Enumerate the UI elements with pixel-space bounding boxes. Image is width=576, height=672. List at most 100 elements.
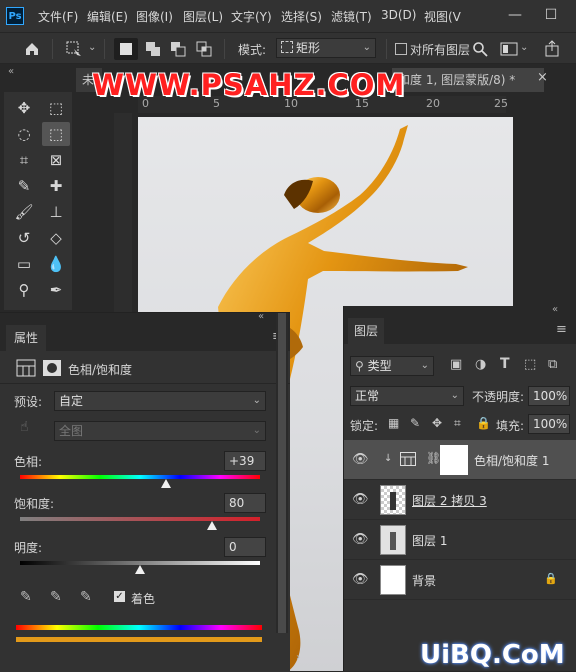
- mode-select[interactable]: 矩形 ⌄: [276, 38, 376, 58]
- search-icon[interactable]: [472, 41, 488, 57]
- lock-transparency-icon[interactable]: ▦: [388, 416, 399, 430]
- lock-position-icon[interactable]: ✥: [432, 416, 442, 430]
- move-tool-icon[interactable]: ✥: [10, 96, 38, 120]
- filter-shape-layer-icon[interactable]: ⬚: [524, 357, 536, 372]
- mode-select-value: 矩形: [296, 41, 321, 55]
- channel-select[interactable]: 全图 ⌄: [54, 421, 266, 441]
- hue-slider-thumb[interactable]: [160, 479, 171, 488]
- gradient-tool-icon[interactable]: ▭: [10, 252, 38, 276]
- align-all-layers-checkbox[interactable]: [395, 43, 407, 55]
- layer-row-background[interactable]: 👁 背景 🔒: [344, 560, 576, 600]
- menu-bar: Ps 文件(F) 编辑(E) 图像(I) 图层(L) 文字(Y) 选择(S) 滤…: [0, 0, 576, 32]
- workspace-icon[interactable]: [500, 41, 518, 57]
- tab-properties[interactable]: 属性: [6, 325, 46, 351]
- layer-name: 图层 2 拷贝 3: [412, 494, 487, 508]
- lasso-tool-icon[interactable]: ◌: [10, 122, 38, 146]
- menu-edit[interactable]: 编辑(E): [87, 8, 128, 25]
- history-brush-tool-icon[interactable]: ↺: [10, 226, 38, 250]
- visibility-eye-icon[interactable]: 👁: [352, 492, 369, 508]
- lightness-slider-thumb[interactable]: [135, 565, 145, 574]
- frame-tool-icon[interactable]: ⊠: [42, 148, 70, 172]
- scroll-right-icon[interactable]: ›: [296, 652, 300, 663]
- hue-slider-track[interactable]: [20, 475, 260, 479]
- layer-filter-select[interactable]: ⚲ 类型 ⌄: [350, 356, 434, 376]
- separator: [386, 39, 387, 59]
- lock-artboard-icon[interactable]: ⌗: [454, 416, 461, 431]
- blur-tool-icon[interactable]: 💧: [42, 252, 70, 276]
- menu-view[interactable]: 视图(V: [424, 8, 461, 25]
- menu-select[interactable]: 选择(S): [281, 8, 322, 25]
- eyedropper-add-icon[interactable]: ✎: [50, 589, 62, 605]
- clone-stamp-tool-icon[interactable]: ⊥: [42, 200, 70, 224]
- layer-mask-thumbnail[interactable]: [440, 445, 468, 475]
- fill-input[interactable]: 100%: [528, 414, 570, 434]
- close-tab-icon[interactable]: ×: [537, 70, 548, 85]
- rectangular-marquee-tool-icon[interactable]: ⬚: [42, 96, 70, 120]
- filter-type-layer-icon[interactable]: T: [500, 356, 510, 372]
- colorize-checkbox[interactable]: ✓: [114, 591, 125, 602]
- eyedropper-icon[interactable]: ✎: [20, 589, 32, 605]
- chevron-down-icon[interactable]: ⌄: [520, 42, 528, 53]
- mask-icon[interactable]: [42, 359, 62, 377]
- colorize-label: 着色: [131, 592, 156, 606]
- eyedropper-subtract-icon[interactable]: ✎: [80, 589, 92, 605]
- blend-mode-select[interactable]: 正常 ⌄: [350, 386, 464, 406]
- intersect-selection-icon[interactable]: [196, 41, 212, 57]
- lock-image-icon[interactable]: ✎: [410, 416, 420, 430]
- collapse-toolbar-icon[interactable]: «: [8, 66, 14, 77]
- visibility-eye-icon[interactable]: 👁: [352, 572, 369, 588]
- maximize-button[interactable]: ☐: [540, 4, 562, 26]
- menu-3d[interactable]: 3D(D): [381, 8, 416, 22]
- layer-row-hue-saturation[interactable]: 👁 ↓ ⛓ 色相/饱和度 1: [344, 440, 576, 480]
- chevron-down-icon[interactable]: ⌄: [88, 42, 96, 53]
- saturation-input[interactable]: 80: [224, 493, 266, 513]
- eyedropper-tool-icon[interactable]: ✎: [10, 174, 38, 198]
- menu-file[interactable]: 文件(F): [38, 8, 78, 25]
- menu-layer[interactable]: 图层(L): [183, 8, 223, 25]
- properties-scrollbar[interactable]: [276, 313, 288, 633]
- lightness-input[interactable]: 0: [224, 537, 266, 557]
- brush-tool-icon[interactable]: 🖌: [10, 200, 38, 224]
- saturation-slider-track[interactable]: [20, 517, 260, 521]
- layer-row-layer-2-copy-3[interactable]: 👁 图层 2 拷贝 3: [344, 480, 576, 520]
- menu-filter[interactable]: 滤镜(T): [331, 8, 372, 25]
- adjustment-icon[interactable]: [16, 359, 36, 377]
- new-selection-button[interactable]: [114, 38, 138, 60]
- saturation-slider-thumb[interactable]: [207, 521, 217, 530]
- collapse-panel-icon[interactable]: «: [258, 311, 264, 322]
- layer-row-layer-1[interactable]: 👁 图层 1: [344, 520, 576, 560]
- collapse-panel-icon[interactable]: «: [552, 304, 558, 315]
- menu-image[interactable]: 图像(I): [136, 8, 173, 25]
- pen-tool-icon[interactable]: ✒: [42, 278, 70, 302]
- filter-pixel-layer-icon[interactable]: ▣: [450, 357, 462, 372]
- layer-thumbnail: [380, 485, 406, 515]
- crop-tool-icon[interactable]: ⌗: [10, 148, 38, 172]
- hue-saturation-adjustment-icon: [400, 452, 416, 466]
- filter-smart-object-icon[interactable]: ⧉: [548, 357, 557, 372]
- mask-link-icon[interactable]: ⛓: [426, 451, 441, 465]
- tab-layers[interactable]: 图层: [348, 318, 384, 344]
- lock-all-icon[interactable]: 🔒: [476, 416, 491, 430]
- hue-label: 色相:: [14, 455, 43, 469]
- eraser-tool-icon[interactable]: ◇: [42, 226, 70, 250]
- marquee-tool-preset-icon[interactable]: [66, 41, 84, 59]
- healing-brush-tool-icon[interactable]: ✚: [42, 174, 70, 198]
- home-icon[interactable]: [24, 41, 40, 57]
- tab-document-active[interactable]: 和度 1, 图层蒙版/8) *: [392, 68, 544, 92]
- filter-adjustment-layer-icon[interactable]: ◑: [475, 357, 486, 372]
- menu-type[interactable]: 文字(Y): [231, 8, 272, 25]
- share-icon[interactable]: [544, 40, 562, 58]
- subtract-selection-icon[interactable]: [170, 41, 186, 57]
- targeted-adjustment-hand-icon[interactable]: ☝: [20, 419, 29, 435]
- object-selection-tool-icon[interactable]: ⬚: [42, 122, 70, 146]
- dodge-tool-icon[interactable]: ⚲: [10, 278, 38, 302]
- opacity-input[interactable]: 100%: [528, 386, 570, 406]
- minimize-button[interactable]: —: [504, 4, 526, 26]
- panel-menu-icon[interactable]: ≡: [556, 322, 567, 337]
- preset-select[interactable]: 自定 ⌄: [54, 391, 266, 411]
- add-to-selection-icon[interactable]: [145, 41, 161, 57]
- hue-input[interactable]: +39: [224, 451, 266, 471]
- preset-select-value: 自定: [59, 394, 84, 408]
- visibility-eye-icon[interactable]: 👁: [352, 452, 369, 468]
- visibility-eye-icon[interactable]: 👁: [352, 532, 369, 548]
